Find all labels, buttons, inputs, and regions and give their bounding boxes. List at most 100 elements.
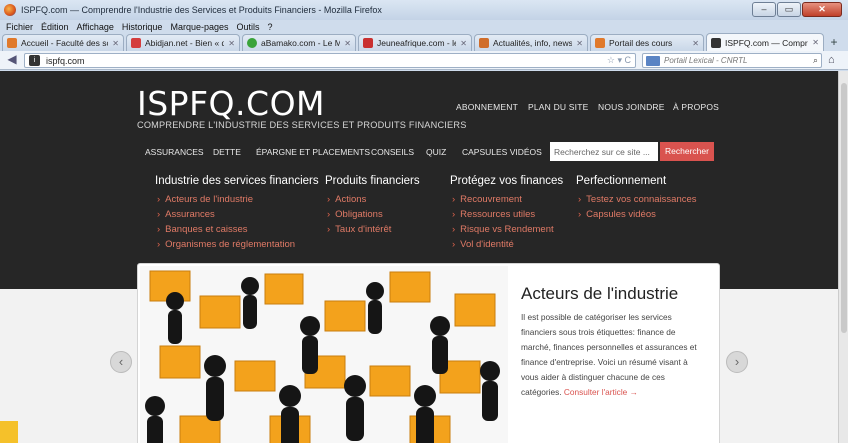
home-icon[interactable]: ⌂ bbox=[828, 54, 835, 66]
tab-close-icon[interactable]: ✕ bbox=[112, 39, 119, 48]
topnav-a-propos[interactable]: À PROPOS bbox=[673, 102, 719, 112]
menu-outils[interactable]: Outils bbox=[237, 22, 260, 32]
tab-close-icon[interactable]: ✕ bbox=[460, 39, 467, 48]
site-header: ISPFQ.COM COMPRENDRE L'INDUSTRIE DES SER… bbox=[0, 71, 838, 289]
topnav-nous-joindre[interactable]: NOUS JOINDRE bbox=[598, 102, 665, 112]
tab-label: ISPFQ.com — Comprendr... bbox=[725, 37, 808, 48]
browser-search-placeholder: Portail Lexical - CNRTL bbox=[664, 56, 748, 65]
tab-label: Accueil - Faculté des scien... bbox=[21, 38, 108, 48]
tab-5[interactable]: Actualités, info, news en d... ✕ bbox=[474, 34, 588, 51]
site-search-button[interactable]: Rechercher bbox=[660, 142, 714, 161]
link-ressources[interactable]: › Ressources utiles bbox=[452, 209, 535, 220]
tab-close-icon[interactable]: ✕ bbox=[692, 39, 699, 48]
tab-close-icon[interactable]: ✕ bbox=[812, 38, 819, 47]
nav-dette[interactable]: DETTE bbox=[213, 147, 241, 157]
favicon-icon bbox=[595, 38, 605, 48]
tab-label: aBamako.com - Le Mali et... bbox=[261, 38, 340, 48]
tab-1[interactable]: Accueil - Faculté des scien... ✕ bbox=[2, 34, 124, 51]
maximize-button[interactable]: ▭ bbox=[777, 2, 801, 17]
favicon-icon bbox=[479, 38, 489, 48]
site-search-input[interactable]: Recherchez sur ce site ... bbox=[550, 142, 658, 161]
navigation-bar: ◀ i ispfq.com ☆ ▾ C Portail Lexical - CN… bbox=[0, 51, 848, 70]
menu-bar: Fichier Édition Affichage Historique Mar… bbox=[0, 20, 848, 33]
menu-fichier[interactable]: Fichier bbox=[6, 22, 33, 32]
column-heading-industrie[interactable]: Industrie des services financiers bbox=[155, 175, 319, 187]
taskbar-corner bbox=[0, 421, 18, 443]
link-taux[interactable]: › Taux d'intérêt bbox=[327, 224, 391, 235]
link-vol[interactable]: › Vol d'identité bbox=[452, 239, 514, 250]
site-search-placeholder: Recherchez sur ce site ... bbox=[554, 146, 650, 157]
nav-capsules[interactable]: CAPSULES VIDÉOS bbox=[462, 147, 542, 157]
minimize-button[interactable]: – bbox=[752, 2, 776, 17]
topnav-plan-du-site[interactable]: PLAN DU SITE bbox=[528, 102, 589, 112]
title-bar: ISPFQ.com — Comprendre l'Industrie des S… bbox=[0, 0, 848, 20]
tab-label: Jeuneafrique.com - le pre... bbox=[377, 38, 456, 48]
url-bar[interactable]: i ispfq.com ☆ ▾ C bbox=[24, 53, 636, 68]
menu-affichage[interactable]: Affichage bbox=[77, 22, 114, 32]
site-tagline: COMPRENDRE L'INDUSTRIE DES SERVICES ET P… bbox=[137, 120, 467, 130]
site-identity-icon[interactable]: i bbox=[29, 55, 40, 66]
search-icon[interactable]: ⌕ bbox=[813, 55, 818, 66]
url-text: ispfq.com bbox=[46, 55, 85, 66]
bookmark-star-icon[interactable]: ☆ ▾ C bbox=[607, 55, 631, 66]
web-page: ISPFQ.COM COMPRENDRE L'INDUSTRIE DES SER… bbox=[0, 71, 848, 443]
link-recouvrement[interactable]: › Recouvrement bbox=[452, 194, 522, 205]
menu-help[interactable]: ? bbox=[268, 22, 273, 32]
link-banques[interactable]: › Banques et caisses bbox=[157, 224, 248, 235]
new-tab-button[interactable]: + bbox=[826, 35, 842, 51]
favicon-icon bbox=[7, 38, 17, 48]
feature-body: Il est possible de catégoriser les servi… bbox=[521, 312, 697, 397]
page-scrollbar[interactable] bbox=[838, 71, 848, 443]
favicon-icon bbox=[247, 38, 257, 48]
column-heading-perfectionnement[interactable]: Perfectionnement bbox=[576, 175, 666, 187]
nav-epargne[interactable]: ÉPARGNE ET PLACEMENTS bbox=[256, 147, 370, 157]
slider-prev-button[interactable]: ‹ bbox=[110, 351, 132, 373]
favicon-icon bbox=[363, 38, 373, 48]
link-acteurs[interactable]: › Acteurs de l'industrie bbox=[157, 194, 253, 205]
link-risque[interactable]: › Risque vs Rendement bbox=[452, 224, 554, 235]
feature-text: Il est possible de catégoriser les servi… bbox=[521, 310, 701, 400]
browser-search-input[interactable]: Portail Lexical - CNRTL ⌕ bbox=[642, 53, 822, 68]
nav-quiz[interactable]: QUIZ bbox=[426, 147, 446, 157]
tab-2[interactable]: Abidjan.net - Bien « qu'u... ✕ bbox=[126, 34, 240, 51]
feature-title[interactable]: Acteurs de l'industrie bbox=[521, 284, 678, 304]
link-obligations[interactable]: › Obligations bbox=[327, 209, 383, 220]
firefox-icon bbox=[4, 4, 16, 16]
favicon-icon bbox=[131, 38, 141, 48]
menu-edition[interactable]: Édition bbox=[41, 22, 69, 32]
featured-slide: Acteurs de l'industrie Il est possible d… bbox=[137, 263, 720, 443]
column-heading-produits[interactable]: Produits financiers bbox=[325, 175, 420, 187]
link-testez[interactable]: › Testez vos connaissances bbox=[578, 194, 697, 205]
menu-marque-pages[interactable]: Marque-pages bbox=[170, 22, 228, 32]
favicon-icon bbox=[711, 37, 721, 48]
tab-close-icon[interactable]: ✕ bbox=[228, 39, 235, 48]
link-actions[interactable]: › Actions bbox=[327, 194, 366, 205]
slider-next-button[interactable]: › bbox=[726, 351, 748, 373]
search-engine-icon[interactable] bbox=[646, 55, 660, 66]
tab-7-active[interactable]: ISPFQ.com — Comprendr... ✕ bbox=[706, 33, 824, 51]
tab-4[interactable]: Jeuneafrique.com - le pre... ✕ bbox=[358, 34, 472, 51]
link-assurances[interactable]: › Assurances bbox=[157, 209, 215, 220]
link-capsules-videos[interactable]: › Capsules vidéos bbox=[578, 209, 656, 220]
site-logo[interactable]: ISPFQ.COM bbox=[137, 84, 325, 123]
tab-label: Portail des cours bbox=[609, 38, 673, 48]
tab-6[interactable]: Portail des cours ✕ bbox=[590, 34, 704, 51]
tab-3[interactable]: aBamako.com - Le Mali et... ✕ bbox=[242, 34, 356, 51]
column-heading-protegez[interactable]: Protégez vos finances bbox=[450, 175, 563, 187]
feature-image[interactable] bbox=[140, 266, 508, 443]
tab-label: Actualités, info, news en d... bbox=[493, 38, 573, 48]
people-folders-illustration bbox=[140, 266, 508, 443]
nav-conseils[interactable]: CONSEILS bbox=[371, 147, 414, 157]
read-more-link[interactable]: Consulter l'article → bbox=[564, 387, 638, 397]
scrollbar-thumb[interactable] bbox=[841, 83, 847, 333]
tab-close-icon[interactable]: ✕ bbox=[344, 39, 351, 48]
tab-close-icon[interactable]: ✕ bbox=[576, 39, 583, 48]
browser-window: ISPFQ.com — Comprendre l'Industrie des S… bbox=[0, 0, 848, 443]
back-arrow-icon[interactable]: ◀ bbox=[4, 53, 20, 67]
menu-historique[interactable]: Historique bbox=[122, 22, 163, 32]
window-title: ISPFQ.com — Comprendre l'Industrie des S… bbox=[21, 5, 382, 15]
link-organismes[interactable]: › Organismes de réglementation bbox=[157, 239, 295, 250]
close-button[interactable]: ✕ bbox=[802, 2, 842, 17]
topnav-abonnement[interactable]: ABONNEMENT bbox=[456, 102, 518, 112]
nav-assurances[interactable]: ASSURANCES bbox=[145, 147, 204, 157]
